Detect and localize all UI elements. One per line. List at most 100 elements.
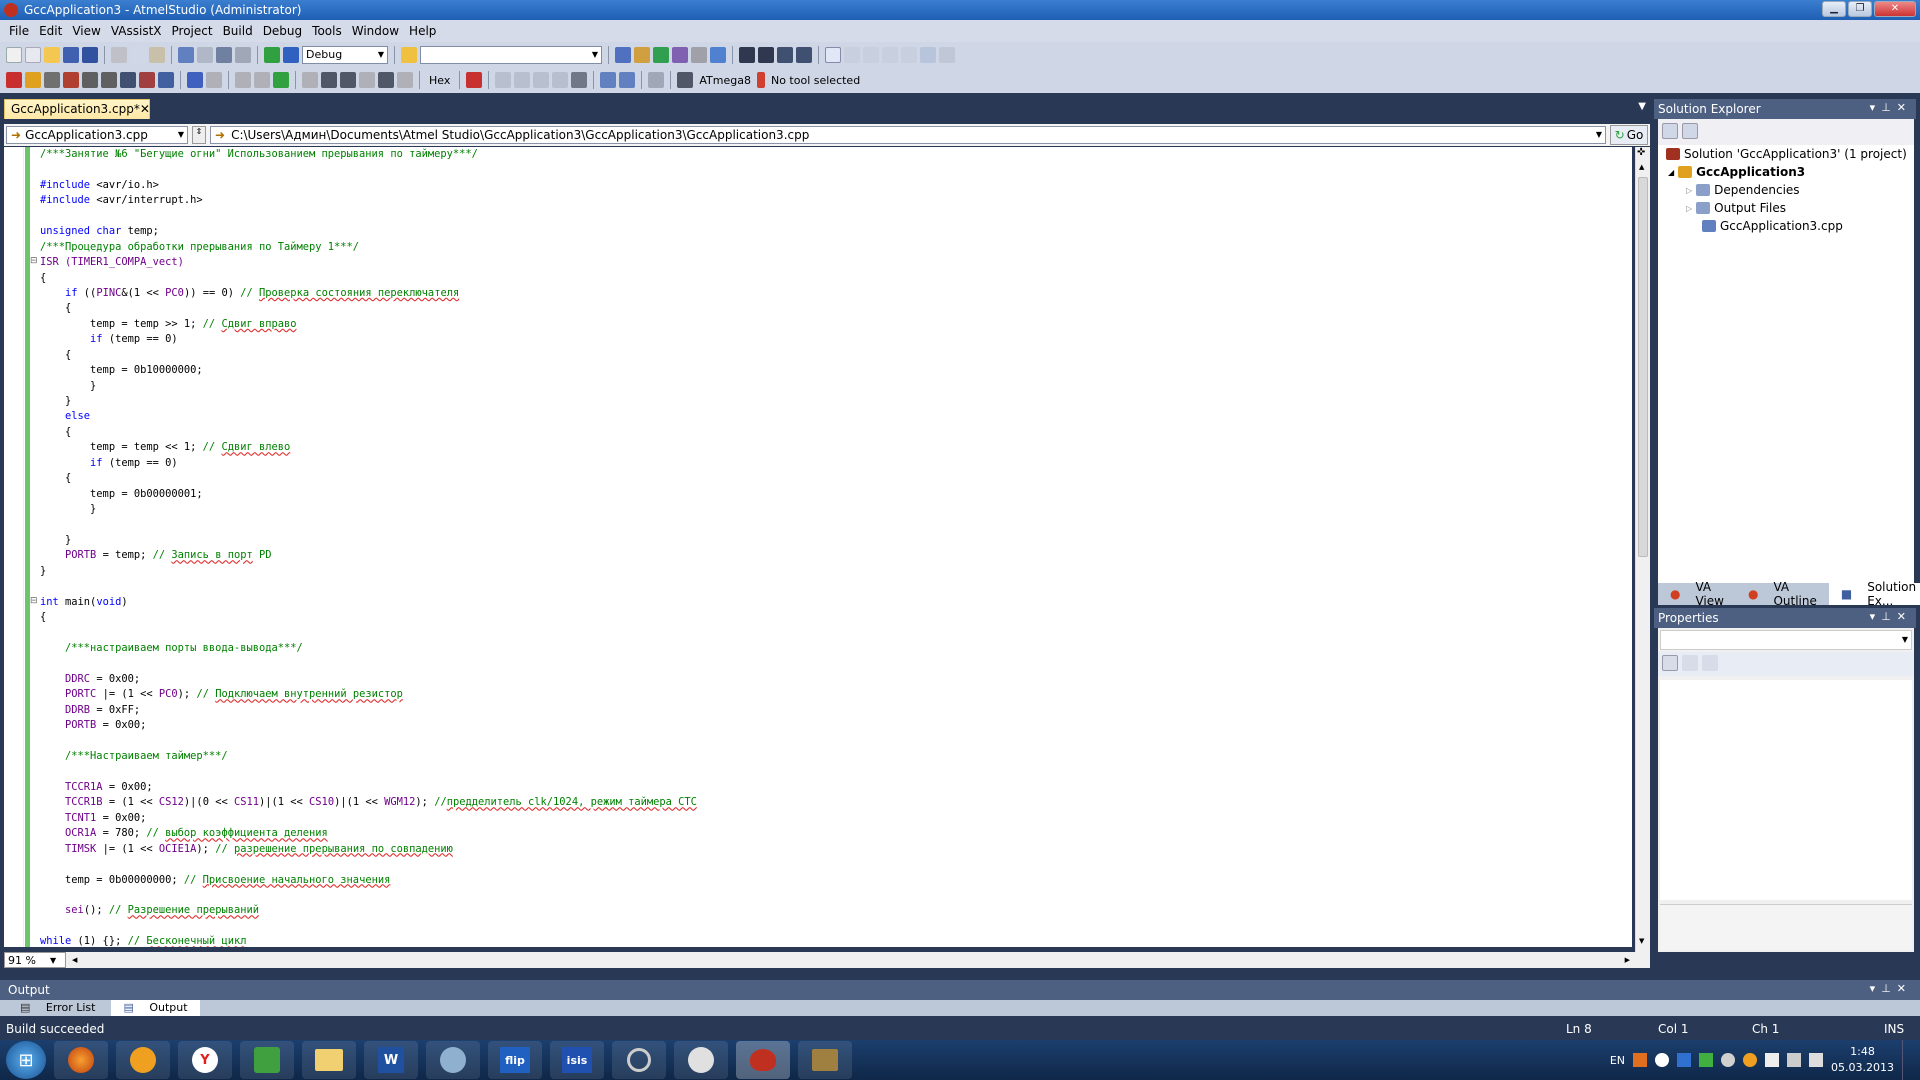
avast-icon[interactable] — [116, 1041, 170, 1079]
code-line[interactable]: /***Настраиваем таймер***/ — [40, 749, 697, 764]
code-line[interactable]: } — [40, 533, 697, 548]
alphabetical-icon[interactable] — [1682, 655, 1698, 671]
prev-bookmark-icon[interactable] — [844, 46, 860, 63]
code-line[interactable]: { — [40, 271, 697, 286]
memory-icon[interactable] — [514, 72, 531, 88]
atmel-studio-icon[interactable] — [736, 1041, 790, 1079]
step-out-icon[interactable] — [359, 72, 375, 88]
tab-va-view[interactable]: ● VA View — [1658, 580, 1736, 608]
maximize-button[interactable]: ❐ — [1848, 1, 1872, 17]
stack-icon[interactable] — [648, 72, 665, 88]
code-line[interactable]: temp = 0b00000000; // Присвоение начальн… — [40, 873, 697, 888]
reset-icon[interactable] — [397, 72, 413, 88]
code-line[interactable]: if (temp == 0) — [40, 332, 697, 347]
extension-manager-icon[interactable] — [691, 46, 707, 63]
code-line[interactable] — [40, 857, 697, 872]
language-indicator[interactable]: EN — [1610, 1054, 1625, 1067]
browser-icon[interactable] — [674, 1041, 728, 1079]
properties-grid[interactable] — [1660, 680, 1912, 900]
va-open-file-icon[interactable] — [158, 72, 174, 88]
tree-solution[interactable]: Solution 'GccApplication3' (1 project) — [1658, 145, 1914, 163]
tray-app-icon[interactable] — [1633, 1053, 1648, 1067]
tree-item-dependencies[interactable]: ▷ Dependencies — [1658, 181, 1914, 199]
tray-app-icon[interactable] — [1677, 1053, 1692, 1067]
code-line[interactable]: /***Процедура обработки прерывания по Та… — [40, 240, 697, 255]
code-line[interactable]: #include <avr/interrupt.h> — [40, 193, 697, 208]
tool-label[interactable]: No tool selected — [768, 74, 863, 87]
zoom-select[interactable]: 91 % ▼ — [4, 952, 66, 968]
uncomment-lines-icon[interactable] — [796, 46, 812, 63]
menu-tools[interactable]: Tools — [307, 24, 347, 38]
add-item-icon[interactable] — [25, 46, 41, 63]
device-programming-icon[interactable] — [710, 46, 726, 63]
scroll-up-icon[interactable]: ▲ — [1639, 163, 1644, 171]
code-line[interactable]: /***Занятие №6 "Бегущие огни" Использова… — [40, 147, 697, 162]
find-in-files-icon[interactable] — [401, 46, 417, 63]
code-line[interactable] — [40, 919, 697, 934]
code-line[interactable]: #include <avr/io.h> — [40, 178, 697, 193]
chevron-down-icon[interactable]: ▼ — [1638, 101, 1646, 112]
tool-app-icon[interactable] — [612, 1041, 666, 1079]
proteus-isis-icon[interactable]: isis — [550, 1041, 604, 1079]
scroll-right-icon[interactable]: ▶ — [1625, 956, 1630, 964]
file-explorer-icon[interactable] — [302, 1041, 356, 1079]
start-button[interactable]: ⊞ — [6, 1041, 46, 1079]
avast-tray-icon[interactable] — [1743, 1053, 1758, 1067]
code-line[interactable] — [40, 626, 697, 641]
code-line[interactable] — [40, 656, 697, 671]
locals-icon[interactable] — [619, 72, 636, 88]
next-bookmark-icon[interactable] — [863, 46, 879, 63]
code-line[interactable] — [40, 162, 697, 177]
copy-icon[interactable] — [130, 46, 146, 63]
redo-icon[interactable] — [197, 46, 213, 63]
code-line[interactable]: if (temp == 0) — [40, 456, 697, 471]
code-line[interactable]: PORTB = 0x00; — [40, 718, 697, 733]
device-label[interactable]: ATmega8 — [696, 74, 754, 87]
code-line[interactable]: TCCR1A = 0x00; — [40, 780, 697, 795]
split-arrow-icon[interactable]: ⇕ — [192, 126, 206, 144]
next-bookmark-folder-icon[interactable] — [901, 46, 917, 63]
code-line[interactable]: temp = temp << 1; // Сдвиг влево — [40, 440, 697, 455]
volume-icon[interactable] — [1809, 1053, 1824, 1067]
toolbox-icon[interactable] — [653, 46, 669, 63]
properties-icon[interactable] — [1662, 123, 1678, 139]
yandex-icon[interactable]: Y — [178, 1041, 232, 1079]
menu-vassistx[interactable]: VAssistX — [106, 24, 167, 38]
tray-app-icon[interactable] — [1655, 1053, 1670, 1067]
tree-item-source[interactable]: GccApplication3.cpp — [1658, 217, 1914, 235]
navigate-backward-icon[interactable] — [216, 46, 232, 63]
menu-project[interactable]: Project — [167, 24, 218, 38]
menu-window[interactable]: Window — [347, 24, 404, 38]
compile-icon[interactable] — [82, 72, 98, 88]
code-line[interactable]: { — [40, 471, 697, 486]
atmel-flip-icon[interactable]: flip — [488, 1041, 542, 1079]
tray-app-icon[interactable] — [1721, 1053, 1736, 1067]
code-line[interactable]: unsigned char temp; — [40, 224, 697, 239]
configuration-select[interactable]: Debug ▼ — [302, 45, 388, 64]
code-line[interactable]: } — [40, 564, 697, 579]
menu-build[interactable]: Build — [218, 24, 258, 38]
code-text[interactable]: /***Занятие №6 "Бегущие огни" Использова… — [40, 147, 697, 947]
step-into-icon[interactable] — [321, 72, 337, 88]
rebuild-icon[interactable] — [25, 72, 41, 88]
action-center-flag-icon[interactable] — [1765, 1053, 1780, 1067]
utorrent-icon[interactable] — [240, 1041, 294, 1079]
code-line[interactable] — [40, 765, 697, 780]
clean-icon[interactable] — [44, 72, 60, 88]
tab-va-outline[interactable]: ● VA Outline — [1736, 580, 1829, 608]
code-line[interactable]: TIMSK |= (1 << OCIE1A); // разрешение пр… — [40, 842, 697, 857]
save-icon[interactable] — [63, 46, 79, 63]
indent-icon[interactable] — [739, 46, 755, 63]
build-icon[interactable] — [6, 72, 22, 88]
code-line[interactable]: temp = temp >> 1; // Сдвиг вправо — [40, 317, 697, 332]
firefox-icon[interactable] — [54, 1041, 108, 1079]
code-line[interactable]: TCNT1 = 0x00; — [40, 811, 697, 826]
code-line[interactable]: PORTC |= (1 << PC0); // Подключаем внутр… — [40, 687, 697, 702]
code-line[interactable]: temp = 0b10000000; — [40, 363, 697, 378]
menu-help[interactable]: Help — [404, 24, 441, 38]
close-button[interactable]: ✕ — [1874, 1, 1916, 17]
collapsed-icon[interactable]: ▷ — [1686, 186, 1692, 195]
code-line[interactable]: int main(void) — [40, 595, 697, 610]
go-button[interactable]: ↻ Go — [1610, 125, 1648, 145]
breakpoint-icon[interactable] — [466, 72, 483, 88]
